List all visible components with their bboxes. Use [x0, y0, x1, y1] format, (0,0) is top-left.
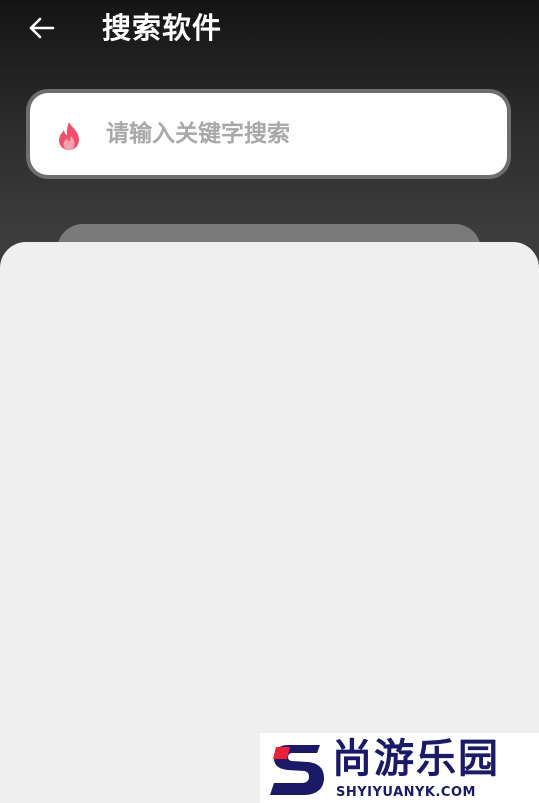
- arrow-left-icon: [29, 17, 55, 39]
- search-input[interactable]: [106, 113, 466, 155]
- search-bar: [26, 89, 511, 179]
- back-button[interactable]: [22, 10, 62, 46]
- flame-icon: [59, 122, 79, 150]
- results-sheet: [0, 242, 539, 803]
- watermark: 尚游乐园 SHYIYUANYK.COM: [260, 733, 539, 803]
- header-bar: 搜索软件: [0, 0, 539, 56]
- app-screen: 搜索软件 尚游乐园 SHYIYUANYK.COM: [0, 0, 539, 803]
- search-box[interactable]: [30, 93, 507, 175]
- watermark-url: SHYIYUANYK.COM: [336, 785, 476, 800]
- page-title: 搜索软件: [102, 11, 223, 45]
- brand-logo-icon: [270, 745, 324, 795]
- watermark-brand: 尚游乐园: [332, 736, 500, 782]
